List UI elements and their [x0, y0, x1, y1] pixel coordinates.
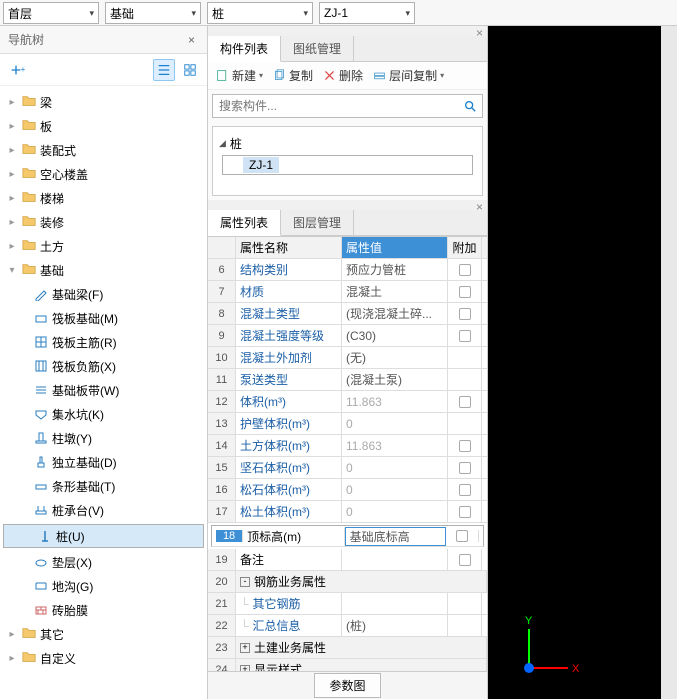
- subtype-select[interactable]: 桩▾: [207, 2, 313, 24]
- close-icon[interactable]: ×: [184, 33, 199, 47]
- prop-row[interactable]: 21└其它钢筋: [208, 593, 487, 615]
- chevron-down-icon: ▾: [303, 8, 308, 19]
- nav-node[interactable]: ▸自定义: [0, 646, 207, 670]
- prop-row[interactable]: 13护壁体积(m³)0: [208, 413, 487, 435]
- col-value[interactable]: 属性值: [342, 237, 448, 258]
- prop-row[interactable]: 17松土体积(m³)0: [208, 501, 487, 523]
- prop-row[interactable]: 19备注: [208, 549, 487, 571]
- nav-child[interactable]: 筏板主筋(R): [0, 330, 207, 354]
- prop-row[interactable]: 20-钢筋业务属性: [208, 571, 487, 593]
- nav-child[interactable]: 独立基础(D): [0, 450, 207, 474]
- tab-drawing-mgmt[interactable]: 图纸管理: [281, 36, 354, 61]
- mid-panel: × 构件列表 图纸管理 新建▾ 复制 删除 层间复制▾ ◢桩 ZJ-1 × 属性…: [208, 26, 488, 699]
- nav-node[interactable]: ▸装修: [0, 210, 207, 234]
- tab-property-list[interactable]: 属性列表: [208, 210, 281, 236]
- nav-child[interactable]: 地沟(G): [0, 574, 207, 598]
- nav-node[interactable]: ▸楼梯: [0, 186, 207, 210]
- prop-row[interactable]: 9混凝土强度等级(C30): [208, 325, 487, 347]
- search-icon[interactable]: [463, 99, 477, 116]
- param-button[interactable]: 参数图: [314, 673, 380, 698]
- nav-node[interactable]: ▸空心楼盖: [0, 162, 207, 186]
- nav-child[interactable]: 基础板带(W): [0, 378, 207, 402]
- expand-icon[interactable]: +: [6, 59, 28, 81]
- item-select[interactable]: ZJ-1▾: [319, 2, 415, 24]
- property-grid: 属性名称 属性值 附加 6结构类别预应力管桩7材质混凝土8混凝土类型(现浇混凝土…: [208, 236, 487, 671]
- prop-row[interactable]: 22└汇总信息(桩): [208, 615, 487, 637]
- nav-child[interactable]: 筏板基础(M): [0, 306, 207, 330]
- prop-row[interactable]: 11泵送类型(混凝土泵): [208, 369, 487, 391]
- prop-row[interactable]: 7材质混凝土: [208, 281, 487, 303]
- nav-node[interactable]: ▸梁: [0, 90, 207, 114]
- nav-title: 导航树: [8, 31, 44, 48]
- copy-button[interactable]: 复制: [269, 65, 317, 86]
- nav-child[interactable]: 柱墩(Y): [0, 426, 207, 450]
- search-input[interactable]: [212, 94, 483, 118]
- category-select[interactable]: 基础▾: [105, 2, 201, 24]
- tree-item-selected[interactable]: ZJ-1: [222, 155, 473, 175]
- prop-row[interactable]: 6结构类别预应力管桩: [208, 259, 487, 281]
- scrollbar[interactable]: [661, 26, 677, 699]
- nav-child[interactable]: 桩承台(V): [0, 498, 207, 522]
- floor-select[interactable]: 首层▾: [3, 2, 99, 24]
- nav-child[interactable]: 筏板负筋(X): [0, 354, 207, 378]
- nav-child[interactable]: 桩(U): [3, 524, 204, 548]
- nav-node[interactable]: ▾基础: [0, 258, 207, 282]
- top-selector-bar: 首层▾ 基础▾ 桩▾ ZJ-1▾: [0, 0, 677, 26]
- delete-button[interactable]: 删除: [319, 65, 367, 86]
- nav-child[interactable]: 条形基础(T): [0, 474, 207, 498]
- prop-row[interactable]: 10混凝土外加剂(无): [208, 347, 487, 369]
- close-icon[interactable]: ×: [476, 200, 483, 210]
- prop-row[interactable]: 18顶标高(m)基础底标高: [211, 525, 484, 547]
- tab-component-list[interactable]: 构件列表: [208, 36, 281, 62]
- nav-child[interactable]: 集水坑(K): [0, 402, 207, 426]
- close-icon[interactable]: ×: [476, 26, 483, 36]
- prop-row[interactable]: 15坚石体积(m³)0: [208, 457, 487, 479]
- prop-row[interactable]: 8混凝土类型(现浇混凝土碎...: [208, 303, 487, 325]
- nav-child[interactable]: 垫层(X): [0, 550, 207, 574]
- nav-child[interactable]: 基础梁(F): [0, 282, 207, 306]
- nav-node[interactable]: ▸板: [0, 114, 207, 138]
- layer-copy-button[interactable]: 层间复制▾: [369, 65, 448, 86]
- nav-node[interactable]: ▸装配式: [0, 138, 207, 162]
- grid-view-icon[interactable]: [179, 59, 201, 81]
- nav-tree: ▸梁▸板▸装配式▸空心楼盖▸楼梯▸装修▸土方▾基础基础梁(F)筏板基础(M)筏板…: [0, 86, 207, 699]
- chevron-down-icon: ▾: [405, 8, 410, 19]
- prop-row[interactable]: 12体积(m³)11.863: [208, 391, 487, 413]
- nav-panel: 导航树 × + ▸梁▸板▸装配式▸空心楼盖▸楼梯▸装修▸土方▾基础基础梁(F)筏…: [0, 26, 208, 699]
- new-button[interactable]: 新建▾: [212, 65, 267, 86]
- nav-node[interactable]: ▸土方: [0, 234, 207, 258]
- viewport-3d[interactable]: YX: [488, 26, 677, 699]
- nav-node[interactable]: ▸其它: [0, 622, 207, 646]
- nav-child[interactable]: 砖胎膜: [0, 598, 207, 622]
- prop-row[interactable]: 23+土建业务属性: [208, 637, 487, 659]
- tree-root[interactable]: ◢桩: [219, 133, 476, 153]
- tab-layer-mgmt[interactable]: 图层管理: [281, 210, 354, 235]
- list-view-icon[interactable]: [153, 59, 175, 81]
- prop-row[interactable]: 24+显示样式: [208, 659, 487, 671]
- component-tree: ◢桩 ZJ-1: [212, 126, 483, 196]
- col-name[interactable]: 属性名称: [236, 237, 342, 258]
- col-extra[interactable]: 附加: [448, 237, 482, 258]
- prop-row[interactable]: 14土方体积(m³)11.863: [208, 435, 487, 457]
- chevron-down-icon: ▾: [89, 8, 94, 19]
- prop-row[interactable]: 16松石体积(m³)0: [208, 479, 487, 501]
- chevron-down-icon: ▾: [191, 8, 196, 19]
